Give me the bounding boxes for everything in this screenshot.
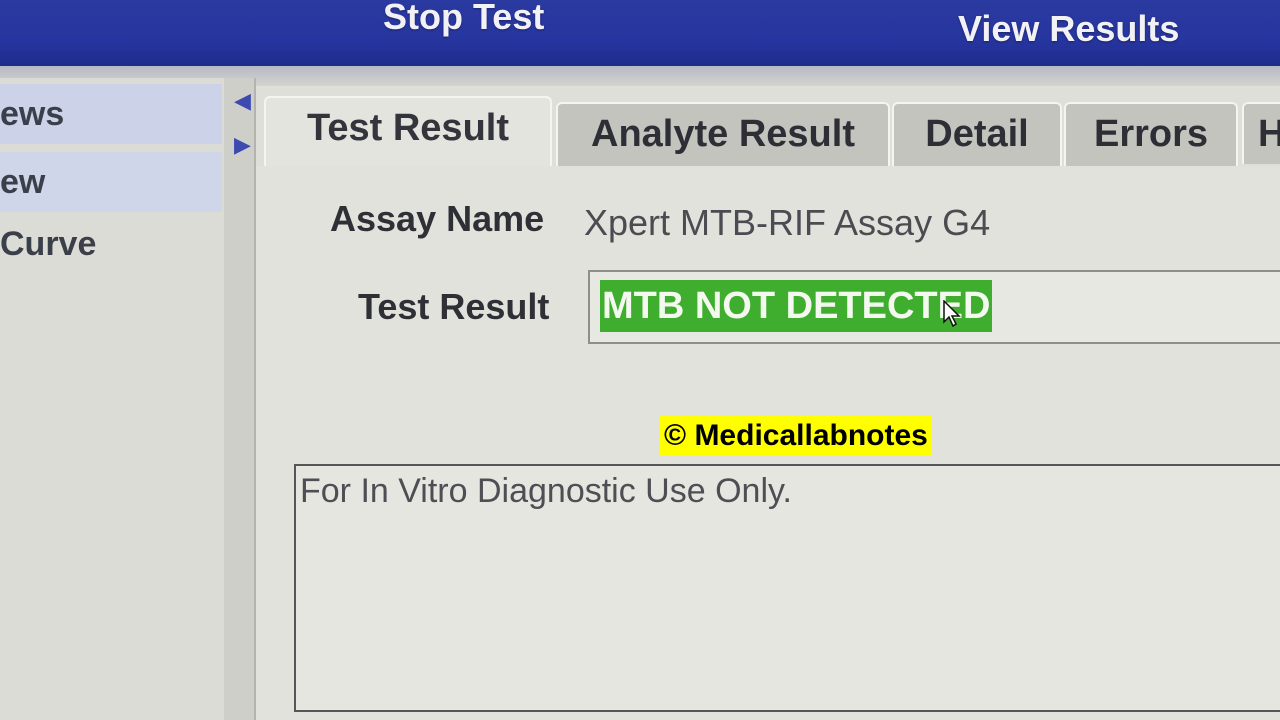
test-result-label: Test Result	[358, 286, 550, 327]
test-result-field[interactable]: MTB NOT DETECTED	[588, 270, 1280, 344]
copyright-watermark: © Medicallabnotes	[660, 416, 932, 456]
sidebar-item-curve[interactable]: Curve	[0, 214, 222, 274]
tab-test-result[interactable]: Test Result	[264, 96, 552, 170]
tab-analyte-result[interactable]: Analyte Result	[556, 102, 890, 166]
tab-errors[interactable]: Errors	[1064, 102, 1238, 166]
assay-name-label: Assay Name	[330, 198, 545, 239]
expand-right-icon[interactable]: ▶	[234, 134, 251, 156]
assay-name-value: Xpert MTB-RIF Assay G4	[584, 202, 991, 243]
panel-splitter[interactable]: ◀ ▶	[224, 78, 256, 720]
test-result-value: MTB NOT DETECTED	[600, 280, 993, 332]
tab-detail[interactable]: Detail	[892, 102, 1062, 166]
notes-text: For In Vitro Diagnostic Use Only.	[300, 472, 792, 510]
tab-strip: Analyte Result Detail Errors H Test Resu…	[256, 86, 1280, 170]
sidebar-item-view[interactable]: ew	[0, 152, 222, 212]
view-results-button[interactable]: View Results	[958, 8, 1179, 50]
top-toolbar: Stop Test View Results	[0, 0, 1280, 72]
tab-history[interactable]: H	[1242, 102, 1280, 164]
sidebar-item-views[interactable]: ews	[0, 84, 222, 144]
sidebar: ews ew Curve	[0, 78, 225, 720]
stop-test-button[interactable]: Stop Test	[383, 0, 544, 38]
mouse-cursor-icon	[943, 300, 961, 328]
collapse-left-icon[interactable]: ◀	[234, 90, 251, 112]
main-panel: Analyte Result Detail Errors H Test Resu…	[256, 86, 1280, 720]
notes-textarea[interactable]: For In Vitro Diagnostic Use Only.	[294, 464, 1280, 712]
test-result-content: Assay Name Xpert MTB-RIF Assay G4 Test R…	[256, 166, 1280, 720]
